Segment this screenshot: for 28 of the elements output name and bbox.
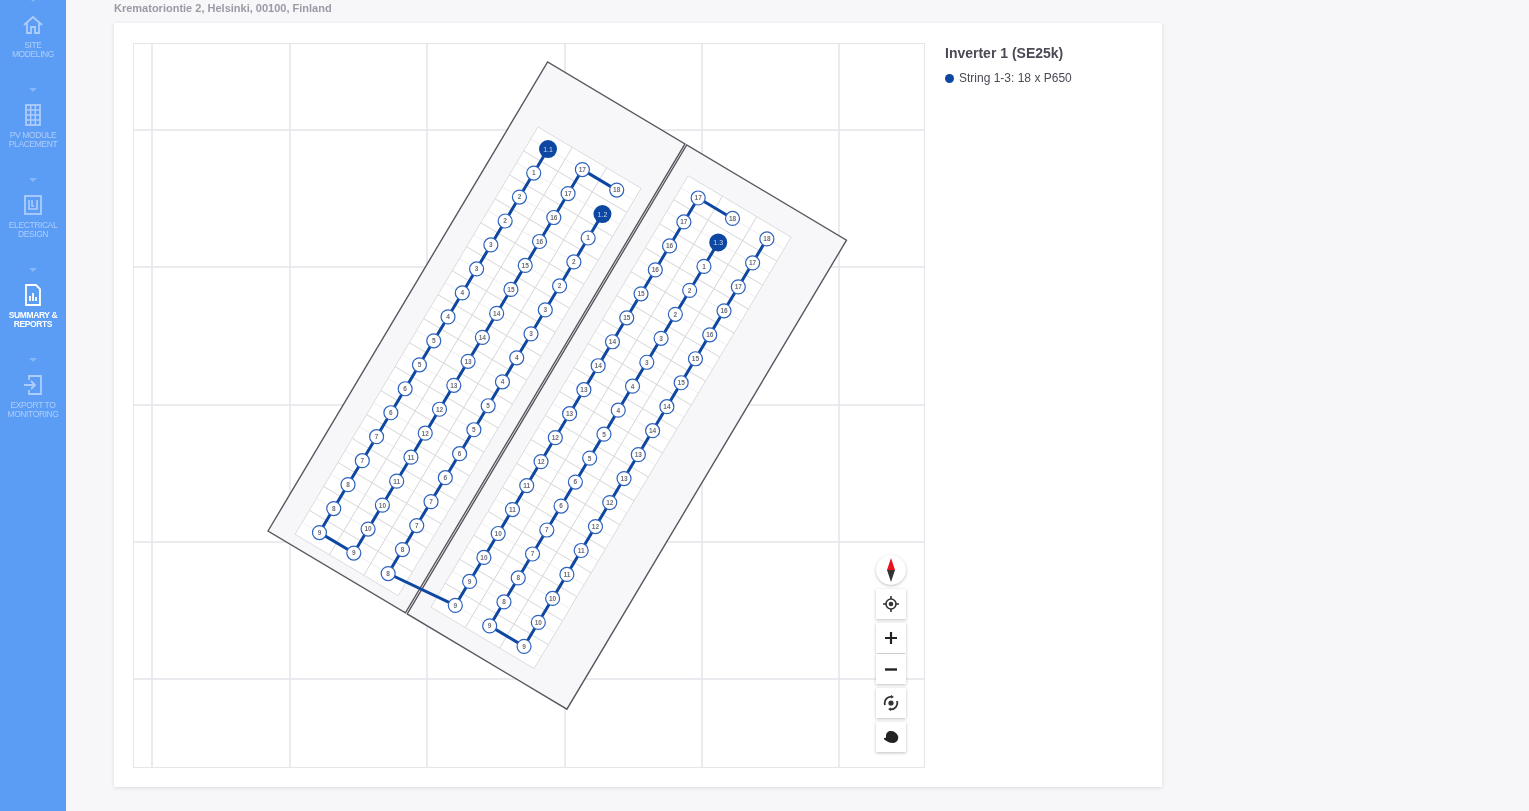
locate-icon	[883, 596, 899, 612]
locate-button[interactable]	[876, 589, 906, 619]
sidebar-item[interactable]: SITE MODELING	[0, 10, 66, 80]
sidebar-item[interactable]: ELECTRICAL DESIGN	[0, 190, 66, 260]
zoom-in-button[interactable]	[876, 623, 906, 653]
circuit-icon	[22, 194, 44, 216]
sidebar-item[interactable]: EXPORT TO MONITORING	[0, 370, 66, 440]
site-address: Krematoriontie 2, Helsinki, 00100, Finland	[114, 1, 333, 15]
pan-button[interactable]	[876, 722, 906, 752]
inverter-title: Inverter 1 (SE25k)	[945, 44, 1065, 63]
chevron-down-icon	[29, 178, 37, 182]
grid-icon	[22, 104, 44, 126]
zoom-out-button[interactable]	[876, 654, 906, 684]
plus-icon	[885, 632, 897, 644]
minus-icon	[885, 667, 897, 671]
sidebar-item[interactable]: SUMMARY & REPORTS	[0, 280, 66, 350]
sidebar-item[interactable]: PV MODULE PLACEMENT	[0, 100, 66, 170]
legend-label: String 1-3: 18 x P650	[959, 70, 1072, 87]
report-chart-icon	[22, 284, 44, 306]
export-icon	[22, 374, 44, 396]
compass-button[interactable]	[876, 555, 906, 585]
chevron-down-icon	[29, 268, 37, 272]
rotate-button[interactable]	[876, 688, 906, 718]
compass-icon	[886, 558, 896, 582]
house-icon	[22, 14, 44, 36]
chevron-down-icon	[29, 88, 37, 92]
chevron-down-icon	[29, 358, 37, 362]
rotate-icon	[883, 695, 899, 711]
